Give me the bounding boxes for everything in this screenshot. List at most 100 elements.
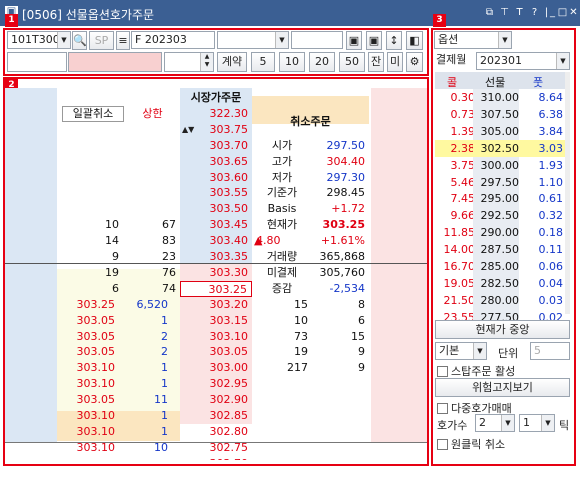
qty-10-button[interactable]: 10 xyxy=(279,52,305,72)
panel-icon[interactable]: ◧ xyxy=(406,31,423,50)
put-price[interactable]: 0.61 xyxy=(521,190,564,207)
call-price[interactable]: 21.50 xyxy=(435,292,476,309)
call-price[interactable]: 5.46 xyxy=(435,174,476,191)
risk-notice-button[interactable]: 위험고지보기 xyxy=(435,378,570,397)
help-icon[interactable]: ? xyxy=(529,7,540,18)
put-price[interactable]: 8.64 xyxy=(521,89,564,106)
put-price[interactable]: 3.03 xyxy=(521,140,564,157)
quantity-stepper[interactable]: ▲ ▼ xyxy=(164,52,214,72)
oneclick-cancel-checkbox[interactable]: 원클릭 취소 xyxy=(437,436,505,452)
put-price[interactable]: 6.38 xyxy=(521,106,564,123)
option-row[interactable]: 7.45 295.00 0.61 xyxy=(435,190,565,208)
ask-price[interactable]: 303.50 xyxy=(180,201,252,217)
option-row[interactable]: 9.66 292.50 0.32 xyxy=(435,207,565,225)
tick-count-select[interactable]: 1 ▼ xyxy=(519,414,555,432)
link-icon[interactable]: ⧉ xyxy=(484,7,495,18)
stop-order-checkbox[interactable]: 스탑주문 활성 xyxy=(437,363,515,379)
option-row[interactable]: 3.75 300.00 1.93 xyxy=(435,156,565,175)
bid-price[interactable]: 303.20 xyxy=(180,297,252,313)
option-type-select[interactable]: 옵션 ▼ xyxy=(434,31,512,49)
bid-price[interactable]: 302.90 xyxy=(180,392,252,408)
bid-price[interactable]: 302.80 xyxy=(180,424,252,440)
scroll-up-icon[interactable]: ▲▼ xyxy=(182,122,196,138)
bid-price[interactable]: 303.10 xyxy=(180,329,252,345)
window-alt-icon[interactable]: ▣ xyxy=(366,31,382,50)
maximize-icon[interactable]: □ xyxy=(557,7,568,18)
put-price[interactable]: 0.32 xyxy=(521,207,564,224)
contract-label[interactable]: 계약 xyxy=(217,52,247,72)
call-price[interactable]: 19.05 xyxy=(435,275,476,292)
qty-5-button[interactable]: 5 xyxy=(251,52,275,72)
put-price[interactable]: 0.04 xyxy=(521,275,564,292)
put-price[interactable]: 0.03 xyxy=(521,292,564,309)
ask-price[interactable]: 303.45 xyxy=(180,217,252,233)
ask-price[interactable]: 303.35 xyxy=(180,249,252,265)
updown-icon[interactable]: ↕ xyxy=(386,31,402,50)
cancel-order-top-label[interactable]: 취소주문 xyxy=(252,114,369,130)
search-icon[interactable]: 🔍 xyxy=(72,31,87,50)
settlement-month-select[interactable]: 202301 ▼ xyxy=(476,52,570,70)
option-row[interactable]: 1.39 305.00 3.84 xyxy=(435,122,565,141)
option-row[interactable]: 0.73 307.50 6.38 xyxy=(435,105,565,124)
call-price[interactable]: 0.30 xyxy=(435,89,476,106)
call-price[interactable]: 9.66 xyxy=(435,207,476,224)
option-row[interactable]: 2.38 302.50 3.03 xyxy=(435,139,565,158)
window-icon[interactable]: ▣ xyxy=(346,31,362,50)
gear-icon[interactable]: ⚙ xyxy=(406,52,423,72)
option-row[interactable]: 11.85 290.00 0.18 xyxy=(435,224,565,242)
call-price[interactable]: 1.39 xyxy=(435,123,476,140)
qty-50-button[interactable]: 50 xyxy=(339,52,365,72)
put-price[interactable]: 3.84 xyxy=(521,123,564,140)
option-row[interactable]: 14.00 287.50 0.11 xyxy=(435,241,565,259)
unit-field[interactable]: 5 xyxy=(530,342,570,360)
bid-price[interactable]: 303.05 xyxy=(180,344,252,360)
qty-20-button[interactable]: 20 xyxy=(309,52,335,72)
account-select[interactable]: ▼ xyxy=(217,31,289,49)
order-qty-field[interactable] xyxy=(68,52,162,72)
account-name-field[interactable] xyxy=(291,31,343,49)
ask-price[interactable]: 303.30 xyxy=(180,265,252,281)
bid-price[interactable]: 303.15 xyxy=(180,313,252,329)
call-price[interactable]: 2.38 xyxy=(435,140,476,157)
basic-select[interactable]: 기본 ▼ xyxy=(435,342,487,360)
call-price[interactable]: 7.45 xyxy=(435,190,476,207)
ask-price[interactable]: 303.60 xyxy=(180,170,252,186)
scroll-down-icon[interactable]: ▲▼ xyxy=(182,456,196,460)
futures-code-field[interactable]: F 202303 xyxy=(131,31,215,49)
ask-price[interactable]: 303.55 xyxy=(180,185,252,201)
pin-icon[interactable]: ⊤ xyxy=(499,7,510,18)
password-field[interactable] xyxy=(7,52,67,72)
call-price[interactable]: 3.75 xyxy=(435,157,476,174)
call-price[interactable]: 0.73 xyxy=(435,106,476,123)
ask-price[interactable]: 303.70 xyxy=(180,138,252,154)
unfilled-button[interactable]: 미 xyxy=(387,52,403,72)
option-row[interactable]: 0.30 310.00 8.64 xyxy=(435,89,565,107)
cancel-all-top-button[interactable]: 일괄취소 xyxy=(62,105,124,122)
call-price[interactable]: 16.70 xyxy=(435,258,476,275)
call-price[interactable]: 14.00 xyxy=(435,241,476,258)
center-price-button[interactable]: 현재가 중앙 xyxy=(435,320,570,339)
option-row[interactable]: 19.05 282.50 0.04 xyxy=(435,274,565,293)
ask-price[interactable]: 303.40 xyxy=(180,233,252,249)
put-price[interactable]: 0.18 xyxy=(521,224,564,241)
put-price[interactable]: 0.06 xyxy=(521,258,564,275)
balance-button[interactable]: 잔 xyxy=(368,52,384,72)
put-price[interactable]: 0.11 xyxy=(521,241,564,258)
hoga-count-select[interactable]: 2 ▼ xyxy=(475,414,515,432)
code-select[interactable]: 101T3000 ▼ xyxy=(7,31,71,49)
bid-price[interactable]: 302.95 xyxy=(180,376,252,392)
bid-price[interactable]: 303.00 xyxy=(180,360,252,376)
option-scrollbar[interactable] xyxy=(565,72,570,314)
ask-price[interactable]: 303.65 xyxy=(180,154,252,170)
call-price[interactable]: 11.85 xyxy=(435,224,476,241)
put-price[interactable]: 1.10 xyxy=(521,174,564,191)
option-row[interactable]: 21.50 280.00 0.03 xyxy=(435,291,565,310)
settings-icon[interactable]: T xyxy=(514,7,525,18)
close-icon[interactable]: ✕ xyxy=(568,7,579,18)
bid-price[interactable]: 302.75 xyxy=(180,440,252,456)
ask-price[interactable]: 303.25 xyxy=(180,280,252,297)
sp-button[interactable]: SP xyxy=(89,31,114,50)
option-row[interactable]: 5.46 297.50 1.10 xyxy=(435,173,565,192)
list-icon[interactable]: ≡ xyxy=(116,31,130,50)
bid-price[interactable]: 302.85 xyxy=(180,408,252,424)
